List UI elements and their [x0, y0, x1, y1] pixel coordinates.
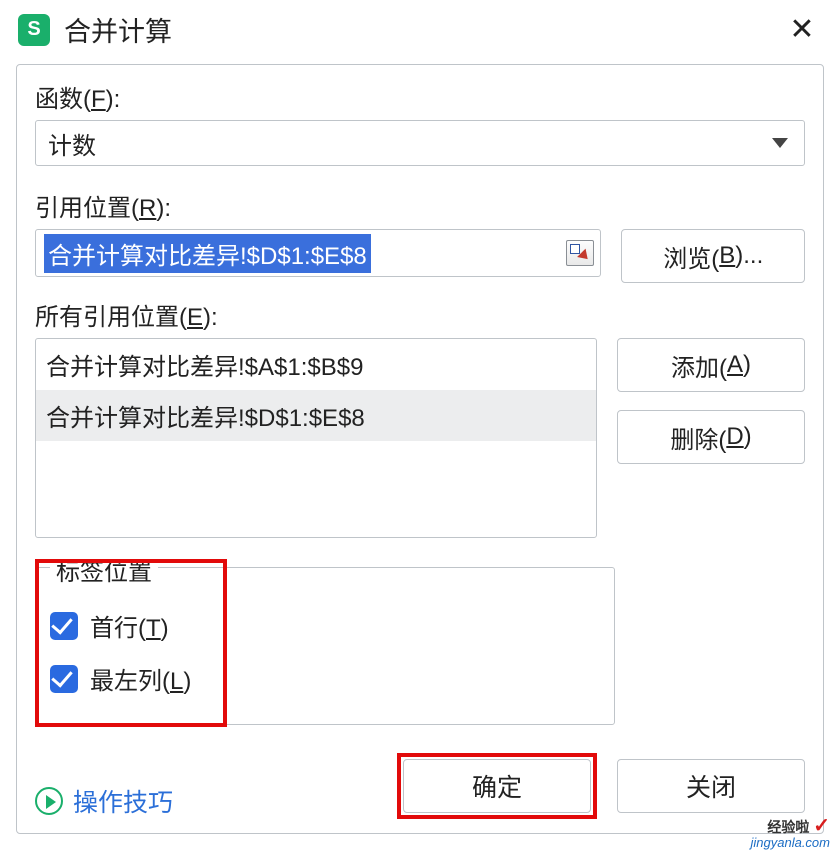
- function-label: 函数(F):: [35, 79, 805, 114]
- watermark-url: jingyanla.com: [751, 835, 831, 850]
- delete-label-hotkey: D: [726, 423, 743, 451]
- tips-label: 操作技巧: [73, 783, 173, 819]
- all-refs-label-hotkey: E: [187, 304, 203, 331]
- close-icon[interactable]: ✕: [782, 10, 822, 50]
- dialog-footer: 操作技巧 确定 关闭: [35, 783, 805, 819]
- add-button[interactable]: 添加(A): [617, 338, 805, 392]
- delete-button[interactable]: 删除(D): [617, 410, 805, 464]
- all-refs-label: 所有引用位置(E):: [35, 297, 805, 332]
- function-label-hotkey: F: [91, 86, 106, 113]
- reference-label-pre: 引用位置(: [35, 195, 139, 222]
- reference-input[interactable]: 合并计算对比差异!$D$1:$E$8: [35, 229, 601, 277]
- tips-link[interactable]: 操作技巧: [35, 783, 173, 819]
- titlebar: S 合并计算 ✕: [0, 0, 840, 60]
- highlight-box-ok: 确定: [397, 753, 597, 819]
- highlight-box-labels: [35, 559, 227, 727]
- app-icon: S: [18, 14, 50, 46]
- list-item[interactable]: 合并计算对比差异!$A$1:$B$9: [36, 339, 596, 390]
- chevron-down-icon: [772, 138, 788, 148]
- all-refs-label-pre: 所有引用位置(: [35, 304, 187, 331]
- close-button[interactable]: 关闭: [617, 759, 805, 813]
- add-label-hotkey: A: [727, 351, 743, 379]
- add-label-pre: 添加(: [671, 348, 727, 383]
- ok-button[interactable]: 确定: [403, 759, 591, 813]
- reference-label: 引用位置(R):: [35, 188, 805, 223]
- function-label-pre: 函数(: [35, 86, 91, 113]
- dialog-title: 合并计算: [64, 10, 782, 49]
- all-refs-label-post: ):: [203, 304, 218, 331]
- browse-label-pre: 浏览(: [663, 239, 719, 274]
- play-circle-icon: [35, 787, 63, 815]
- reference-label-post: ):: [156, 195, 171, 222]
- reference-label-hotkey: R: [139, 195, 156, 222]
- function-label-post: ):: [106, 86, 121, 113]
- range-picker-icon[interactable]: [566, 240, 594, 266]
- all-references-listbox[interactable]: 合并计算对比差异!$A$1:$B$9 合并计算对比差异!$D$1:$E$8: [35, 338, 597, 538]
- browse-button[interactable]: 浏览(B)...: [621, 229, 805, 283]
- delete-label-post: ): [744, 423, 752, 451]
- function-select[interactable]: 计数: [35, 120, 805, 166]
- browse-label-hotkey: B: [719, 242, 735, 270]
- delete-label-pre: 删除(: [670, 420, 726, 455]
- add-label-post: ): [743, 351, 751, 379]
- consolidate-dialog: S 合并计算 ✕ 函数(F): 计数 引用位置(R): 合并计算对比差异!$D$…: [0, 0, 840, 854]
- list-item[interactable]: 合并计算对比差异!$D$1:$E$8: [36, 390, 596, 441]
- reference-input-text: 合并计算对比差异!$D$1:$E$8: [44, 234, 371, 273]
- function-value: 计数: [48, 126, 96, 161]
- browse-label-post: )...: [735, 242, 763, 270]
- dialog-body: 函数(F): 计数 引用位置(R): 合并计算对比差异!$D$1:$E$8 浏览…: [16, 64, 824, 834]
